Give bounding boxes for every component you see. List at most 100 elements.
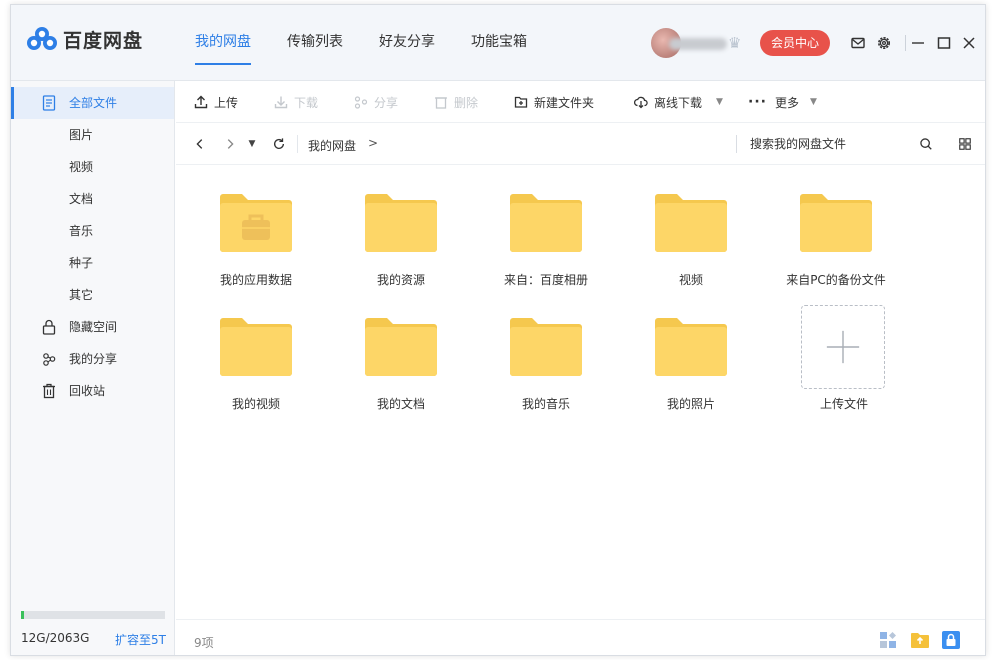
sidebar-item-all-files[interactable]: 全部文件 xyxy=(11,87,174,119)
breadcrumb-my-disk[interactable]: 我的网盘 xyxy=(308,137,356,154)
expand-storage-link[interactable]: 扩容至5T xyxy=(115,631,166,648)
grid-view-icon[interactable] xyxy=(957,136,973,152)
file-name: 来自PC的备份文件 xyxy=(786,273,886,287)
trash-icon xyxy=(435,97,447,109)
status-bar: 9项 xyxy=(176,619,985,655)
folder-my-videos[interactable]: 我的视频 xyxy=(186,315,316,425)
sidebar-item-label: 其它 xyxy=(69,288,94,302)
main-area: 上传 下载 分享 删除 新建文件夹 离线下载 ▼ ··· 更多 ▼ ▼ 我的网盘… xyxy=(176,81,985,655)
delete-button[interactable]: 删除 xyxy=(434,94,478,110)
new-folder-icon xyxy=(514,96,528,108)
breadcrumb-separator: > xyxy=(368,136,379,150)
folder-app-data[interactable]: 我的应用数据 xyxy=(186,191,316,301)
forward-icon[interactable] xyxy=(222,136,238,152)
plus-icon xyxy=(826,330,860,364)
sidebar-item-images[interactable]: 图片 xyxy=(11,119,174,151)
mail-icon[interactable] xyxy=(849,34,867,52)
file-name: 来自：百度相册 xyxy=(503,273,588,287)
folder-icon xyxy=(220,318,292,376)
file-name: 我的文档 xyxy=(376,397,425,411)
more-button[interactable]: ··· 更多 xyxy=(748,94,799,110)
search-icon[interactable] xyxy=(918,136,934,152)
path-bar: ▼ 我的网盘 > xyxy=(176,123,985,165)
sidebar-item-label: 音乐 xyxy=(69,224,94,238)
delete-label: 删除 xyxy=(454,95,479,110)
refresh-icon[interactable] xyxy=(271,136,287,152)
back-icon[interactable] xyxy=(192,136,208,152)
folder-icon xyxy=(655,194,727,252)
folder-icon xyxy=(510,318,582,376)
share-icon xyxy=(41,351,57,367)
storage-usage-fill xyxy=(21,611,24,619)
file-name: 我的资源 xyxy=(376,273,425,287)
close-icon[interactable] xyxy=(960,34,978,52)
folder-icon xyxy=(365,194,437,252)
new-folder-button[interactable]: 新建文件夹 xyxy=(514,94,594,110)
folder-pc-backup[interactable]: 来自PC的备份文件 xyxy=(766,191,896,301)
sidebar: 全部文件 图片 视频 文档 音乐 种子 其它 隐藏空间 我的分享 回收站 12G… xyxy=(11,81,175,655)
toolbar: 上传 下载 分享 删除 新建文件夹 离线下载 ▼ ··· 更多 ▼ xyxy=(176,81,985,123)
tab-transfer-list[interactable]: 传输列表 xyxy=(287,5,343,81)
minimize-icon[interactable] xyxy=(909,34,927,52)
upload-tile-label: 上传文件 xyxy=(819,397,868,411)
more-dropdown[interactable]: ▼ xyxy=(810,94,817,110)
lock-icon xyxy=(41,319,57,335)
main-nav: 我的网盘 传输列表 好友分享 功能宝箱 xyxy=(195,5,563,81)
gear-icon[interactable] xyxy=(875,34,893,52)
sidebar-item-label: 文档 xyxy=(69,192,94,206)
maximize-icon[interactable] xyxy=(935,34,953,52)
file-name: 我的照片 xyxy=(666,397,715,411)
offline-download-button[interactable]: 离线下载 xyxy=(634,94,702,110)
app-name: 百度网盘 xyxy=(63,29,144,52)
sidebar-item-my-shares[interactable]: 我的分享 xyxy=(11,343,174,375)
trash-icon xyxy=(41,383,57,399)
folder-my-photos[interactable]: 我的照片 xyxy=(621,315,751,425)
username-redacted[interactable] xyxy=(669,38,727,50)
file-grid: 我的应用数据 我的资源 来自：百度相册 视频 来自PC的备份文件 我的视频 我的… xyxy=(176,165,985,615)
folder-my-resources[interactable]: 我的资源 xyxy=(331,191,461,301)
sidebar-item-label: 图片 xyxy=(69,128,94,142)
share-label: 分享 xyxy=(374,95,399,110)
upload-queue-icon[interactable] xyxy=(910,630,930,650)
title-bar: 百度网盘 我的网盘 传输列表 好友分享 功能宝箱 ♛ 会员中心 xyxy=(11,5,985,81)
sidebar-item-others[interactable]: 其它 xyxy=(11,279,174,311)
file-name: 我的应用数据 xyxy=(219,273,292,287)
tab-friend-share[interactable]: 好友分享 xyxy=(379,5,435,81)
download-label: 下载 xyxy=(294,95,319,110)
folder-icon xyxy=(655,318,727,376)
item-count: 9项 xyxy=(194,636,214,650)
vip-center-button[interactable]: 会员中心 xyxy=(760,30,830,56)
sidebar-item-hidden-space[interactable]: 隐藏空间 xyxy=(11,311,174,343)
folder-my-documents[interactable]: 我的文档 xyxy=(331,315,461,425)
sidebar-item-label: 视频 xyxy=(69,160,94,174)
tab-my-disk[interactable]: 我的网盘 xyxy=(195,5,251,81)
upload-file-tile[interactable]: 上传文件 xyxy=(764,305,894,415)
app-logo: 百度网盘 xyxy=(25,25,143,53)
chevron-down-icon: ▼ xyxy=(716,97,723,107)
offline-download-dropdown[interactable]: ▼ xyxy=(716,94,723,110)
download-button[interactable]: 下载 xyxy=(274,94,318,110)
folder-from-baidu-album[interactable]: 来自：百度相册 xyxy=(476,191,606,301)
file-name: 我的音乐 xyxy=(521,397,570,411)
sidebar-item-torrents[interactable]: 种子 xyxy=(11,247,174,279)
sidebar-item-music[interactable]: 音乐 xyxy=(11,215,174,247)
share-icon xyxy=(354,96,368,109)
sidebar-item-label: 隐藏空间 xyxy=(69,320,118,334)
upload-button[interactable]: 上传 xyxy=(194,94,238,110)
path-divider xyxy=(297,135,298,153)
sidebar-item-videos[interactable]: 视频 xyxy=(11,151,174,183)
sidebar-item-recycle-bin[interactable]: 回收站 xyxy=(11,375,174,407)
folder-my-music[interactable]: 我的音乐 xyxy=(476,315,606,425)
sidebar-item-documents[interactable]: 文档 xyxy=(11,183,174,215)
share-button[interactable]: 分享 xyxy=(354,94,398,110)
new-folder-label: 新建文件夹 xyxy=(534,95,595,110)
tab-toolbox[interactable]: 功能宝箱 xyxy=(471,5,527,81)
file-name: 视频 xyxy=(678,273,703,287)
lock-icon[interactable] xyxy=(941,630,961,650)
upload-drop-box[interactable] xyxy=(801,305,885,389)
apps-icon[interactable] xyxy=(878,630,898,650)
history-dropdown-icon[interactable]: ▼ xyxy=(244,136,260,152)
folder-videos[interactable]: 视频 xyxy=(621,191,751,301)
storage-usage-bar xyxy=(21,611,165,619)
search-input[interactable] xyxy=(750,134,910,154)
